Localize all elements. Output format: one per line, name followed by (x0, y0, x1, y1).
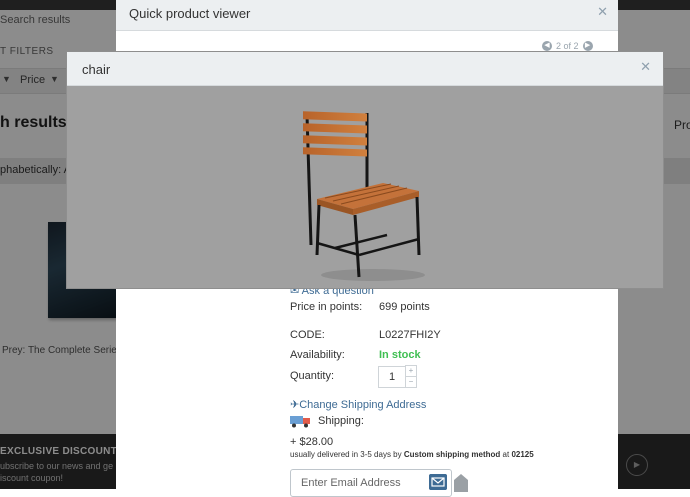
price-value: 699 points (379, 301, 430, 313)
code-value: L0227FHI2Y (379, 329, 441, 341)
image-lightbox: chair ✕ (67, 52, 663, 288)
shipping-note-text: usually delivered in 3-5 days by (290, 450, 402, 459)
quantity-label: Quantity: (290, 370, 335, 382)
shipping-note: usually delivered in 3-5 days by Custom … (290, 450, 534, 459)
shipping-method: Custom shipping method (403, 450, 501, 459)
shipping-price: + $28.00 (290, 436, 334, 448)
quantity-decrease-icon[interactable]: − (405, 376, 417, 388)
shipping-zip: 02125 (511, 450, 534, 459)
envelope-icon[interactable] (429, 474, 447, 490)
pager: ◀ 2 of 2 ▶ (542, 40, 593, 51)
lightbox-title: chair (82, 62, 111, 77)
code-label: CODE: (290, 329, 325, 341)
close-icon[interactable]: ✕ (597, 4, 608, 20)
plane-icon: ✈ (290, 399, 300, 411)
email-field[interactable] (299, 476, 423, 490)
pager-text: 2 of 2 (556, 40, 579, 51)
availability-value: In stock (379, 349, 421, 361)
lightbox-header: chair ✕ (67, 52, 663, 86)
quick-viewer-header: Quick product viewer ✕ (116, 0, 618, 31)
shipping-label: Shipping: (318, 415, 364, 427)
shipping-note-at: at (502, 450, 510, 459)
availability-label: Availability: (290, 349, 345, 361)
prev-arrow-icon[interactable]: ◀ (542, 40, 552, 51)
tag-icon[interactable] (454, 474, 468, 492)
change-shipping-label: Change Shipping Address (299, 399, 427, 411)
quantity-input[interactable]: 1 (378, 366, 406, 388)
close-icon[interactable]: ✕ (640, 59, 651, 75)
price-label: Price in points: (290, 301, 363, 313)
next-arrow-icon[interactable]: ▶ (582, 40, 593, 51)
change-shipping-link[interactable]: ✈Change Shipping Address (290, 398, 426, 411)
chair-product-image (303, 111, 425, 281)
email-field-wrapper (290, 469, 452, 497)
truck-icon (290, 416, 310, 428)
quick-viewer-title: Quick product viewer (129, 6, 251, 21)
